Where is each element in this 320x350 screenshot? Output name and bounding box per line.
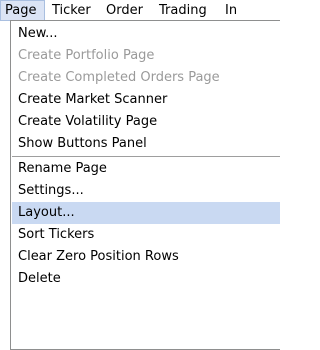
menu-item-create-volatility-page[interactable]: Create Volatility Page <box>12 111 280 133</box>
menu-item-clear-zero-position-rows[interactable]: Clear Zero Position Rows <box>12 246 280 268</box>
menu-separator <box>12 156 280 157</box>
menu-bar: Page Ticker Order Trading In <box>0 0 270 21</box>
menu-trading[interactable]: Trading <box>155 0 211 21</box>
menu-item-rename-page[interactable]: Rename Page <box>12 158 280 180</box>
menu-item-create-completed-orders-page: Create Completed Orders Page <box>18 70 220 85</box>
menu-in[interactable]: In <box>221 0 241 21</box>
menu-item-sort-tickers[interactable]: Sort Tickers <box>12 224 280 246</box>
menu-item-delete[interactable]: Delete <box>12 268 280 290</box>
page-menu-dropdown: New... Create Portfolio Page Create Comp… <box>10 20 280 350</box>
menu-ticker[interactable]: Ticker <box>48 0 95 21</box>
menu-item-show-buttons-panel[interactable]: Show Buttons Panel <box>12 133 280 155</box>
menu-item-layout[interactable]: Layout... <box>12 202 280 224</box>
menu-page[interactable]: Page <box>0 0 45 21</box>
menu-order[interactable]: Order <box>102 0 147 21</box>
menu-item-create-market-scanner[interactable]: Create Market Scanner <box>12 89 280 111</box>
menu-item-new[interactable]: New... <box>12 23 280 45</box>
menu-item-create-portfolio-page: Create Portfolio Page <box>18 48 155 63</box>
menu-item-settings[interactable]: Settings... <box>12 180 280 202</box>
